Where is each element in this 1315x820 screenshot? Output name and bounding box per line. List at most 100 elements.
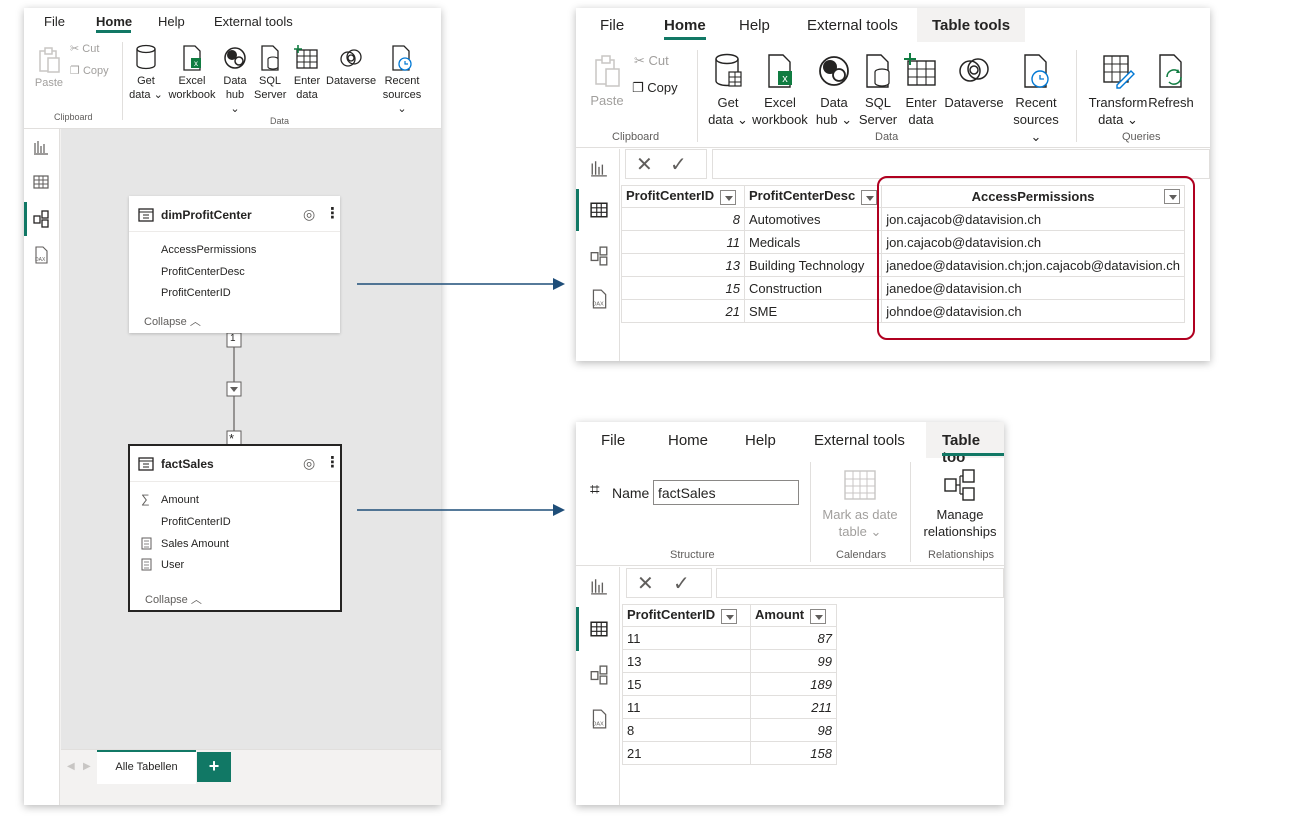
transform-data-button[interactable]: Transform data ⌄: [1084, 52, 1152, 128]
cell-amount[interactable]: 189: [750, 672, 837, 696]
menu-home[interactable]: Home: [668, 432, 708, 449]
column-item[interactable]: AccessPermissions: [161, 244, 256, 256]
cell-profitcenterid[interactable]: 21: [622, 741, 751, 765]
filter-dropdown-icon[interactable]: [861, 189, 878, 205]
formula-bar[interactable]: [716, 568, 1004, 598]
recent-sources-button[interactable]: Recent sources ⌄: [1008, 52, 1064, 145]
excel-workbook-button[interactable]: x Excel workbook: [750, 52, 810, 128]
cell-profitcenterdesc[interactable]: Medicals: [743, 230, 883, 254]
cell-profitcenterid[interactable]: 15: [622, 672, 751, 696]
column-header[interactable]: ProfitCenterID: [621, 185, 745, 208]
cell-amount[interactable]: 99: [750, 649, 837, 673]
enter-data-button[interactable]: Enter data: [292, 44, 322, 102]
menu-file[interactable]: File: [600, 17, 624, 34]
tab-prev-icon[interactable]: ◀: [67, 761, 75, 772]
menu-external-tools[interactable]: External tools: [807, 17, 898, 34]
cell-amount[interactable]: 87: [750, 626, 837, 650]
model-view-icon[interactable]: [590, 665, 608, 685]
enter-data-button[interactable]: Enter data: [902, 52, 940, 128]
column-header[interactable]: ProfitCenterID: [622, 604, 751, 627]
menu-home[interactable]: Home: [664, 17, 706, 34]
table-name-input[interactable]: [653, 480, 799, 505]
cell-profitcenterid[interactable]: 13: [622, 649, 751, 673]
cell-profitcenterdesc[interactable]: Construction: [743, 276, 883, 300]
menu-file[interactable]: File: [44, 14, 65, 29]
cut-button[interactable]: ✂ Cut: [70, 42, 99, 56]
menu-help[interactable]: Help: [158, 14, 185, 29]
report-view-icon[interactable]: [590, 577, 608, 595]
formula-bar[interactable]: [712, 149, 1210, 179]
model-view-icon[interactable]: [590, 246, 608, 266]
table-view-icon[interactable]: [33, 174, 49, 190]
dataverse-button[interactable]: Dataverse: [942, 52, 1006, 111]
column-item[interactable]: ProfitCenterDesc: [161, 266, 245, 278]
menu-external-tools[interactable]: External tools: [814, 432, 905, 449]
collapse-button[interactable]: Collapse ︿: [145, 591, 202, 607]
cut-button[interactable]: ✂ Cut: [634, 52, 669, 69]
cell-profitcenterdesc[interactable]: SME: [743, 299, 883, 323]
report-view-icon[interactable]: [590, 159, 608, 177]
data-hub-button[interactable]: Data hub ⌄: [814, 52, 854, 128]
mark-as-date-table-button[interactable]: Mark as date table ⌄: [816, 468, 904, 540]
tab-alle-tabellen[interactable]: Alle Tabellen: [97, 750, 196, 784]
cancel-icon[interactable]: ✕: [636, 152, 653, 177]
add-tab-button[interactable]: +: [197, 752, 231, 782]
sql-server-button[interactable]: SQL Server: [254, 44, 286, 102]
cell-profitcenterid[interactable]: 15: [621, 276, 745, 300]
model-view-icon[interactable]: [33, 210, 49, 228]
table-view-icon[interactable]: [590, 201, 608, 219]
menu-table-tools[interactable]: Table tools: [932, 17, 1010, 34]
eye-icon[interactable]: ◎: [303, 206, 315, 223]
paste-button[interactable]: Paste: [34, 46, 64, 90]
eye-icon[interactable]: ◎: [303, 455, 315, 472]
filter-dropdown-icon[interactable]: [721, 608, 738, 624]
paste-button[interactable]: Paste: [590, 54, 624, 109]
column-header[interactable]: Amount: [750, 604, 837, 627]
menu-home[interactable]: Home: [96, 14, 132, 29]
more-options-icon[interactable]: ⋮: [325, 204, 340, 222]
cell-profitcenterid[interactable]: 8: [622, 718, 751, 742]
column-header[interactable]: ProfitCenterDesc: [743, 185, 883, 208]
cell-profitcenterid[interactable]: 13: [621, 253, 745, 277]
dax-query-view-icon[interactable]: DAX: [590, 709, 608, 729]
copy-button[interactable]: ❐ Copy: [70, 64, 109, 78]
more-options-icon[interactable]: ⋮: [325, 453, 340, 471]
cell-profitcenterdesc[interactable]: Building Technology: [743, 253, 883, 277]
cancel-icon[interactable]: ✕: [637, 571, 654, 596]
table-view-icon[interactable]: [590, 620, 608, 638]
filter-dropdown-icon[interactable]: [720, 189, 737, 205]
menu-help[interactable]: Help: [739, 17, 770, 34]
get-data-button[interactable]: Get data ⌄: [706, 52, 750, 128]
cell-profitcenterid[interactable]: 11: [621, 230, 745, 254]
checkmark-icon[interactable]: ✓: [670, 152, 687, 177]
manage-relationships-button[interactable]: Manage relationships: [916, 468, 1004, 540]
report-view-icon[interactable]: [33, 139, 49, 155]
column-item[interactable]: Sales Amount: [161, 538, 229, 550]
cell-profitcenterid[interactable]: 11: [622, 695, 751, 719]
filter-dropdown-icon[interactable]: [810, 608, 827, 624]
dax-query-view-icon[interactable]: DAX: [33, 246, 49, 264]
cell-amount[interactable]: 211: [750, 695, 837, 719]
column-item[interactable]: Amount: [161, 494, 199, 506]
sql-server-button[interactable]: SQL Server: [858, 52, 898, 128]
dataverse-button[interactable]: Dataverse: [326, 44, 376, 88]
dax-query-view-icon[interactable]: DAX: [590, 289, 608, 309]
cell-profitcenterid[interactable]: 8: [621, 207, 745, 231]
column-item[interactable]: ProfitCenterID: [161, 516, 231, 528]
tab-next-icon[interactable]: ▶: [83, 761, 91, 772]
table-card-dimprofitcenter[interactable]: dimProfitCenter ◎ ⋮ AccessPermissions Pr…: [129, 196, 340, 333]
cell-profitcenterdesc[interactable]: Automotives: [743, 207, 883, 231]
collapse-button[interactable]: Collapse ︿: [144, 313, 201, 329]
excel-workbook-button[interactable]: x Excel workbook: [168, 44, 216, 102]
checkmark-icon[interactable]: ✓: [673, 571, 690, 596]
get-data-button[interactable]: Get data ⌄: [128, 44, 164, 102]
data-hub-button[interactable]: Data hub ⌄: [220, 44, 250, 116]
copy-button[interactable]: ❐ Copy: [632, 79, 678, 96]
refresh-button[interactable]: Refresh: [1148, 52, 1194, 111]
column-item[interactable]: ProfitCenterID: [161, 287, 231, 299]
cell-amount[interactable]: 158: [750, 741, 837, 765]
cell-profitcenterid[interactable]: 21: [621, 299, 745, 323]
table-card-factsales[interactable]: factSales ◎ ⋮ ∑ Amount ProfitCenterID Sa…: [128, 444, 342, 612]
column-item[interactable]: User: [161, 559, 184, 571]
recent-sources-button[interactable]: Recent sources ⌄: [378, 44, 426, 116]
